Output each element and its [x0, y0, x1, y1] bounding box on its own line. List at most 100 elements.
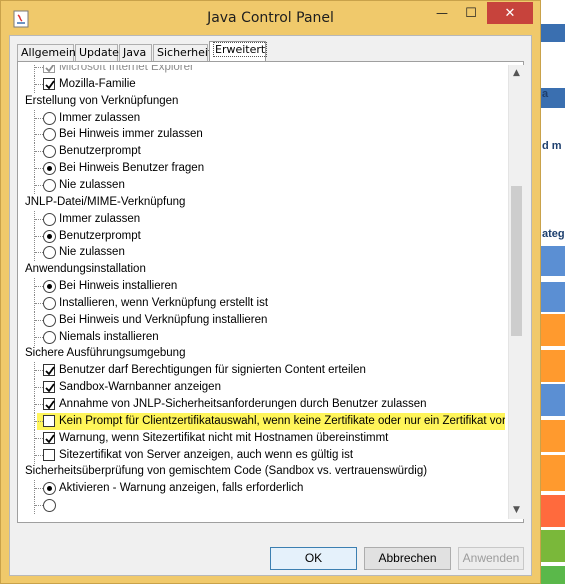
tab-allgemein[interactable]: Allgemein — [17, 44, 76, 61]
setting-label: Bei Hinweis installieren — [59, 280, 178, 292]
tree-guide-branch — [35, 438, 43, 440]
tree-guide-branch — [35, 286, 43, 288]
minimize-button[interactable]: — — [426, 2, 458, 24]
setting-checkbox-option[interactable]: Benutzer darf Berechtigungen für signier… — [21, 362, 505, 379]
checkbox-checked-icon[interactable] — [43, 364, 55, 376]
setting-checkbox-option[interactable]: Annahme von JNLP-Sicherheitsanforderunge… — [21, 396, 505, 413]
close-button[interactable]: ✕ — [487, 2, 533, 24]
setting-checkbox-option[interactable]: Warnung, wenn Sitezertifikat nicht mit H… — [21, 430, 505, 447]
advanced-settings-panel: Microsoft Internet Explorer Mozilla-Famil… — [17, 61, 524, 523]
radio-unselected-icon[interactable] — [43, 145, 56, 158]
setting-label: Bei Hinweis Benutzer fragen — [59, 162, 205, 174]
setting-checkbox-option[interactable]: Microsoft Internet Explorer — [21, 65, 505, 76]
background-block — [538, 24, 565, 42]
radio-unselected-icon[interactable] — [43, 246, 56, 259]
tab-label: Allgemein — [21, 46, 76, 59]
java-control-panel-window: Java Control Panel — ☐ ✕ Allgemein Update… — [0, 0, 541, 584]
setting-radio-option[interactable]: Nie zulassen — [21, 244, 505, 261]
scroll-down-arrow-icon[interactable]: ▼ — [509, 502, 524, 519]
vertical-scrollbar[interactable]: ▲ ▼ — [508, 65, 524, 519]
radio-dot — [47, 166, 52, 171]
radio-dot — [47, 486, 52, 491]
radio-unselected-icon[interactable] — [43, 314, 56, 327]
background-block — [538, 282, 565, 312]
tab-erweitert[interactable]: Erweitert — [209, 41, 268, 62]
tab-update[interactable]: Update — [75, 44, 119, 61]
tree-guide-branch — [35, 303, 43, 305]
radio-unselected-icon[interactable] — [43, 179, 56, 192]
tab-label: Update — [79, 46, 119, 59]
radio-selected-icon[interactable] — [43, 280, 56, 293]
setting-radio-option[interactable]: Niemals installieren — [21, 329, 505, 346]
setting-radio-option[interactable]: Nie zulassen — [21, 177, 505, 194]
background-block — [538, 566, 565, 584]
checkbox-checked-icon[interactable] — [43, 432, 55, 444]
tab-java[interactable]: Java — [119, 44, 152, 61]
title-bar[interactable]: Java Control Panel — ☐ ✕ — [1, 1, 540, 35]
setting-label: Aktivieren - Warnung anzeigen, falls erf… — [59, 482, 304, 494]
radio-unselected-icon[interactable] — [43, 331, 56, 344]
cancel-button[interactable]: Abbrechen — [364, 547, 451, 570]
radio-selected-icon[interactable] — [43, 162, 56, 175]
setting-checkbox-option[interactable]: Kein Prompt für Clientzertifikatauswahl,… — [34, 413, 505, 430]
setting-label: Warnung, wenn Sitezertifikat nicht mit H… — [59, 432, 389, 444]
setting-label: Kein Prompt für Clientzertifikatauswahl,… — [59, 415, 505, 427]
setting-radio-option[interactable]: Immer zulassen — [21, 110, 505, 127]
setting-radio-option[interactable]: Benutzerprompt — [21, 228, 505, 245]
tree-guide-branch — [35, 168, 43, 170]
setting-radio-option[interactable]: Bei Hinweis Benutzer fragen — [21, 160, 505, 177]
checkbox-checked-icon[interactable] — [43, 381, 55, 393]
tree-guide-branch — [35, 252, 43, 254]
setting-checkbox-option[interactable]: Sandbox-Warnbanner anzeigen — [21, 379, 505, 396]
scroll-up-arrow-icon[interactable]: ▲ — [509, 65, 524, 82]
settings-group-heading: Anwendungsinstallation — [25, 261, 505, 278]
radio-dot — [47, 284, 52, 289]
apply-button[interactable]: Anwenden — [458, 547, 524, 570]
setting-radio-option[interactable] — [21, 497, 505, 514]
checkbox-unchecked-icon[interactable] — [43, 449, 55, 461]
setting-radio-option[interactable]: Bei Hinweis und Verknüpfung installieren — [21, 312, 505, 329]
setting-radio-option[interactable]: Installieren, wenn Verknüpfung erstellt … — [21, 295, 505, 312]
checkbox-checked-icon[interactable] — [43, 65, 55, 73]
ok-button[interactable]: OK — [270, 547, 357, 570]
background-block — [538, 314, 565, 346]
radio-unselected-icon[interactable] — [43, 128, 56, 141]
background-block — [538, 116, 565, 196]
radio-selected-icon[interactable] — [43, 482, 56, 495]
scrollbar-thumb[interactable] — [511, 186, 522, 336]
background-block — [538, 384, 565, 416]
radio-unselected-icon[interactable] — [43, 112, 56, 125]
checkbox-checked-icon[interactable] — [43, 398, 55, 410]
radio-unselected-icon[interactable] — [43, 499, 56, 512]
setting-checkbox-option[interactable]: Mozilla-Familie — [21, 76, 505, 93]
maximize-icon: ☐ — [465, 6, 477, 21]
maximize-button[interactable]: ☐ — [455, 2, 487, 24]
setting-radio-option[interactable]: Bei Hinweis immer zulassen — [21, 126, 505, 143]
tree-guide-branch — [35, 151, 43, 153]
setting-label: Annahme von JNLP-Sicherheitsanforderunge… — [59, 398, 427, 410]
radio-unselected-icon[interactable] — [43, 297, 56, 310]
setting-label: Mozilla-Familie — [59, 78, 136, 90]
checkbox-checked-icon[interactable] — [43, 78, 55, 90]
settings-tree[interactable]: Microsoft Internet Explorer Mozilla-Famil… — [21, 65, 505, 518]
tab-sicherheit[interactable]: Sicherheit — [153, 44, 212, 61]
setting-label: Niemals installieren — [59, 331, 159, 343]
radio-unselected-icon[interactable] — [43, 213, 56, 226]
tree-guide-branch — [35, 219, 43, 221]
setting-label: Immer zulassen — [59, 213, 141, 225]
background-window-strip: a d m ateg — [538, 0, 565, 584]
setting-label: Benutzer darf Berechtigungen für signier… — [59, 364, 366, 376]
setting-radio-option[interactable]: Aktivieren - Warnung anzeigen, falls erf… — [21, 480, 505, 497]
setting-checkbox-option[interactable]: Sitezertifikat von Server anzeigen, auch… — [21, 447, 505, 464]
setting-radio-option[interactable]: Bei Hinweis installieren — [21, 278, 505, 295]
setting-radio-option[interactable]: Benutzerprompt — [21, 143, 505, 160]
background-block — [538, 350, 565, 382]
background-block — [538, 246, 565, 276]
tree-guide-branch — [35, 421, 43, 423]
radio-selected-icon[interactable] — [43, 230, 56, 243]
group-heading-label: Erstellung von Verknüpfungen — [25, 95, 179, 107]
setting-label: Sandbox-Warnbanner anzeigen — [59, 381, 221, 393]
setting-radio-option[interactable]: Immer zulassen — [21, 211, 505, 228]
tree-guide-branch — [35, 370, 43, 372]
checkbox-unchecked-icon[interactable] — [43, 415, 55, 427]
